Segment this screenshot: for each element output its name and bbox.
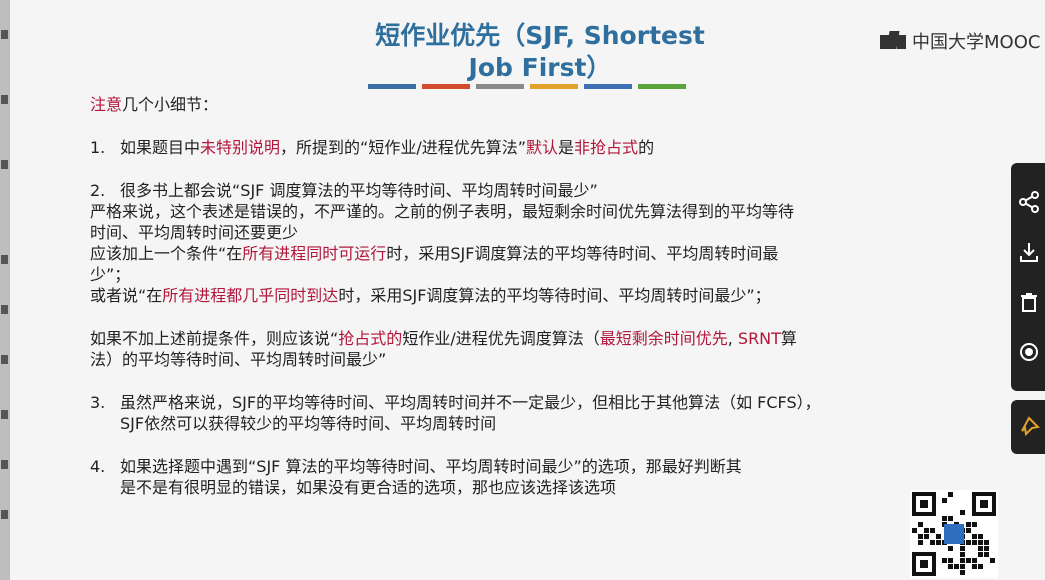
slide-body: 注意几个小细节： 1. 如果题目中未特别说明，所提到的“短作业/进程优先算法”默认… [90,94,990,498]
mooc-logo-text: 中国大学MOOC [912,32,1041,53]
item-2-highlight: 所有进程同时可运行 [242,244,387,263]
item-2-text: 时，采用SJF调度算法的平均等待时间、平均周转时间最少”； [338,286,771,305]
title-bar-segment [638,84,686,89]
item-2-line: 法）的平均等待时间、平均周转时间最少” [90,350,387,369]
item-4-line: 是不是有很明显的错误，如果没有更合适的选项，那也应该选择该选项 [120,478,617,497]
item-1-text: ，所提到的“短作业/进程优先算法” [280,138,527,157]
title-line-1: 短作业优先（SJF, Shortest [375,21,705,50]
note-rest: 几个小细节： [122,95,219,114]
item-1-text: 的 [638,138,655,157]
item-2-text: 时，采用SJF调度算法的平均等待时间、平均周转时间最 [386,244,779,263]
item-4: 4. 如果选择题中遇到“SJF 算法的平均等待时间、平均周转时间最少”的选项，那最… [90,456,990,477]
left-edge-strip [0,0,10,580]
slide-title: 短作业优先（SJF, Shortest Job First） [340,20,740,84]
item-2-highlight: 抢占式的 [338,329,403,348]
item-2-text: , [727,329,738,348]
item-3-line: SJF依然可以获得较少的平均等待时间、平均周转时间 [120,414,497,433]
item-3-number: 3. [90,393,106,412]
item-1-text: 是 [558,138,575,157]
item-2-text: 算 [780,329,797,348]
title-bar-segment [476,84,524,89]
item-2: 2. 很多书上都会说“SJF 调度算法的平均等待时间、平均周转时间最少” [90,180,990,201]
note-red: 注意 [90,95,123,114]
share-icon[interactable] [1018,191,1040,213]
item-2-line: 严格来说，这个表述是错误的，不严谨的。之前的例子表明，最短剩余时间优先算法得到的… [90,202,795,221]
item-2-if: 如果不加上述前提条件，则应该说“抢占式的短作业/进程优先调度算法（最短剩余时间优… [90,328,990,349]
pin-icon[interactable] [1018,416,1041,438]
item-2-line: 少”； [90,265,131,284]
delete-icon[interactable] [1018,291,1040,313]
item-4-number: 4. [90,457,106,476]
title-line-2: Job First） [468,53,612,82]
item-1-number: 1. [90,138,106,157]
mooc-logo: 中国大学MOOC [880,28,1040,54]
item-2-text: 应该加上一个条件“在 [90,244,243,263]
qr-code [910,490,998,578]
item-1-highlight: 非抢占式 [574,138,639,157]
item-2-number: 2. [90,181,106,200]
item-2-highlight: 所有进程都几乎同时到达 [162,286,339,305]
title-bar-segment [422,84,470,89]
item-1-highlight: 默认 [526,138,559,157]
side-pin-panel [1011,400,1045,454]
mooc-logo-icon [880,31,906,51]
item-2-or: 或者说“在所有进程都几乎同时到达时，采用SJF调度算法的平均等待时间、平均周转时… [90,285,990,306]
item-1-text: 如果题目中 [120,138,201,157]
item-1: 1. 如果题目中未特别说明，所提到的“短作业/进程优先算法”默认是非抢占式的 [90,137,990,158]
item-2-line: 很多书上都会说“SJF 调度算法的平均等待时间、平均周转时间最少” [120,181,598,200]
download-icon[interactable] [1018,241,1040,263]
note-heading: 注意几个小细节： [90,94,990,115]
item-2-condition: 应该加上一个条件“在所有进程同时可运行时，采用SJF调度算法的平均等待时间、平均… [90,243,990,264]
title-bar-segment [368,84,416,89]
record-icon[interactable] [1018,341,1040,363]
title-color-bar [368,84,686,89]
item-1-highlight: 未特别说明 [200,138,281,157]
title-bar-segment [530,84,578,89]
title-bar-segment [584,84,632,89]
side-toolbar [1011,163,1045,391]
item-4-line: 如果选择题中遇到“SJF 算法的平均等待时间、平均周转时间最少”的选项，那最好判… [120,457,742,476]
slide: 短作业优先（SJF, Shortest Job First） 中国大学MOOC … [10,0,1045,580]
item-2-highlight: SRNT [737,329,781,348]
item-3: 3. 虽然严格来说，SJF的平均等待时间、平均周转时间并不一定最少，但相比于其他算… [90,392,990,413]
item-2-text: 或者说“在 [90,286,163,305]
item-2-highlight: 最短剩余时间优先 [599,329,728,348]
item-2-text: 如果不加上述前提条件，则应该说“ [90,329,339,348]
item-3-line: 虽然严格来说，SJF的平均等待时间、平均周转时间并不一定最少，但相比于其他算法（… [120,393,821,412]
item-2-line: 时间、平均周转时间还要更少 [90,223,299,242]
item-2-text: 短作业/进程优先调度算法（ [402,329,600,348]
